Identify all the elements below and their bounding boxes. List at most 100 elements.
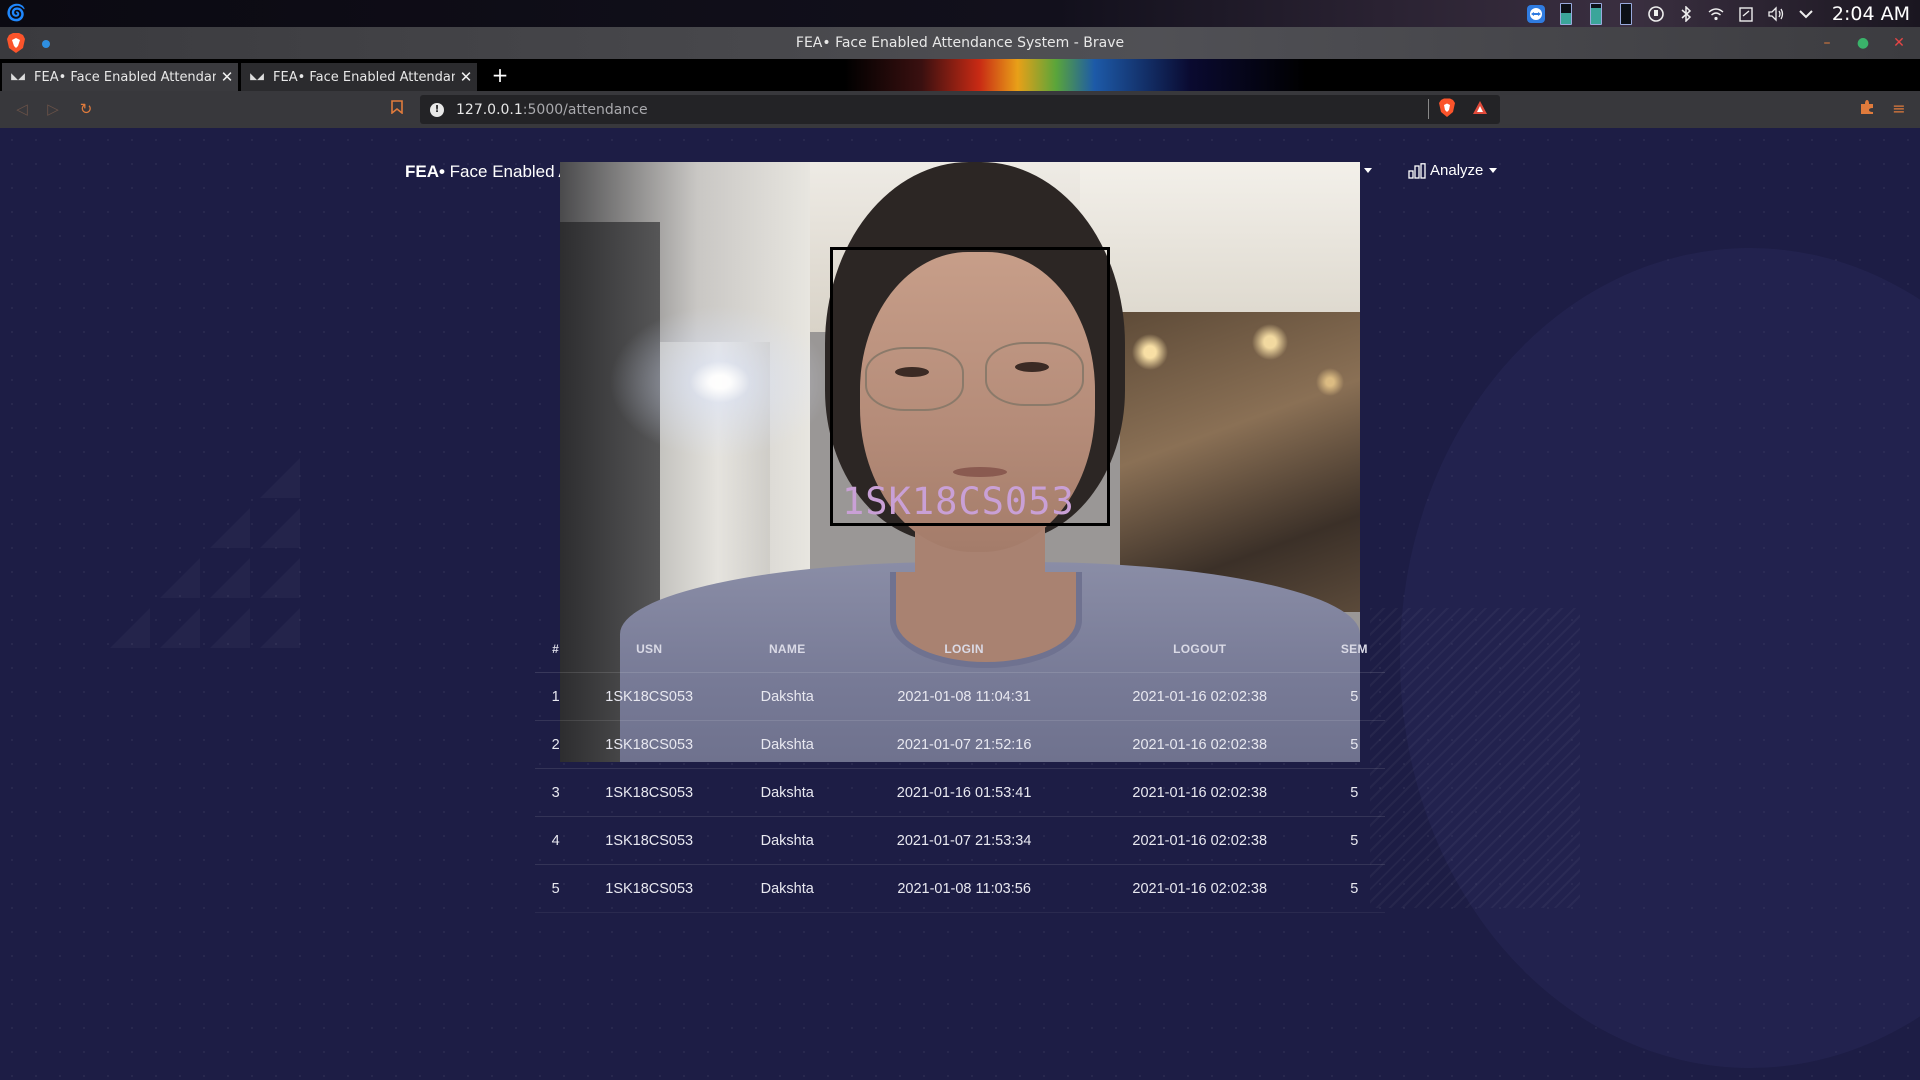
- menu-icon[interactable]: ≡: [1890, 99, 1908, 118]
- analyze-dropdown[interactable]: Analyze: [1408, 162, 1498, 179]
- cell-login: 2021-01-08 11:04:31: [852, 672, 1076, 721]
- table-header-row: # USN NAME LOGIN LOGOUT SEM: [535, 626, 1385, 673]
- brand-bold: FEA•: [405, 162, 445, 181]
- cell-sem: 5: [1323, 816, 1385, 865]
- background-stripe-pattern: [1370, 608, 1580, 908]
- face-recognition-label: 1SK18CS053: [842, 480, 1075, 523]
- url-path: :5000/attendance: [522, 101, 648, 118]
- clipboard-icon[interactable]: [1736, 4, 1756, 24]
- bookmark-icon[interactable]: [387, 99, 407, 119]
- column-header: USN: [576, 626, 723, 673]
- cell-sem: 5: [1323, 720, 1385, 769]
- cell-logout: 2021-01-16 02:02:38: [1075, 768, 1324, 817]
- window-titlebar: FEA• Face Enabled Attendance System - Br…: [0, 27, 1920, 59]
- battery-icon[interactable]: [1616, 2, 1636, 25]
- row-index: 5: [535, 864, 577, 913]
- bar-chart-icon: [1408, 162, 1426, 179]
- column-header: #: [535, 626, 577, 673]
- cell-login: 2021-01-07 21:52:16: [852, 720, 1076, 769]
- window-controls: – ● ✕: [1820, 35, 1906, 51]
- cell-usn: 1SK18CS053: [576, 864, 723, 913]
- close-tab-icon[interactable]: ✕: [216, 68, 238, 86]
- window-title: FEA• Face Enabled Attendance System - Br…: [795, 35, 1125, 51]
- browser-tab[interactable]: ◣◢ FEA• Face Enabled Attendance ✕: [241, 63, 477, 91]
- brave-shields-icon[interactable]: [1438, 98, 1456, 118]
- reload-icon[interactable]: ↻: [76, 99, 96, 119]
- battery-icon[interactable]: [1586, 2, 1606, 25]
- cell-usn: 1SK18CS053: [576, 816, 723, 865]
- row-index: 2: [535, 720, 577, 769]
- cell-login: 2021-01-16 01:53:41: [852, 768, 1076, 817]
- table-row: 3 1SK18CS053 Dakshta 2021-01-16 01:53:41…: [535, 768, 1385, 817]
- back-icon[interactable]: ◁: [12, 99, 32, 119]
- analyze-label: Analyze: [1430, 162, 1484, 179]
- cell-usn: 1SK18CS053: [576, 672, 723, 721]
- extensions-icon[interactable]: [1858, 99, 1876, 117]
- cell-logout: 2021-01-16 02:02:38: [1075, 672, 1324, 721]
- chevron-down-icon[interactable]: [1796, 4, 1816, 24]
- url-text[interactable]: 127.0.0.1:5000/attendance: [456, 102, 648, 118]
- debian-logo-icon[interactable]: 🌀: [6, 4, 26, 22]
- attendance-table: # USN NAME LOGIN LOGOUT SEM 1 1SK18CS053…: [535, 626, 1385, 913]
- volume-icon[interactable]: [1766, 4, 1786, 24]
- close-icon[interactable]: ✕: [1892, 35, 1906, 51]
- cell-name: Dakshta: [722, 672, 853, 721]
- cell-sem: 5: [1323, 768, 1385, 817]
- mask-icon: ◣◢: [11, 72, 25, 82]
- tab-title: FEA• Face Enabled Attendance: [34, 69, 216, 85]
- new-tab-button[interactable]: +: [490, 65, 510, 86]
- cell-login: 2021-01-07 21:53:34: [852, 816, 1076, 865]
- url-host: 127.0.0.1: [456, 101, 523, 118]
- tab-strip: ◣◢ FEA• Face Enabled Attendance ✕ ◣◢ FEA…: [0, 59, 1920, 91]
- system-tray: 2:04 AM: [1526, 0, 1910, 27]
- cell-name: Dakshta: [722, 720, 853, 769]
- site-info-icon[interactable]: !: [430, 102, 444, 117]
- column-header: SEM: [1323, 626, 1385, 673]
- column-header: LOGOUT: [1075, 626, 1324, 673]
- browser-tab[interactable]: ◣◢ FEA• Face Enabled Attendance ✕: [2, 63, 238, 91]
- cell-usn: 1SK18CS053: [576, 768, 723, 817]
- light-flare: [590, 292, 850, 472]
- row-index: 4: [535, 816, 577, 865]
- cell-login: 2021-01-08 11:03:56: [852, 864, 1076, 913]
- cell-logout: 2021-01-16 02:02:38: [1075, 720, 1324, 769]
- wifi-icon[interactable]: [1706, 4, 1726, 24]
- keyboard-icon[interactable]: [1646, 4, 1666, 24]
- cell-usn: 1SK18CS053: [576, 720, 723, 769]
- cell-logout: 2021-01-16 02:02:38: [1075, 864, 1324, 913]
- forward-icon[interactable]: ▷: [43, 99, 63, 119]
- chevron-down-icon: [1489, 168, 1498, 173]
- mask-icon: ◣◢: [250, 72, 264, 82]
- navbar-brand[interactable]: FEA• Face Enabled A: [405, 162, 570, 182]
- kitchen-lights: [1120, 312, 1360, 512]
- row-index: 1: [535, 672, 577, 721]
- address-bar[interactable]: ! 127.0.0.1:5000/attendance: [420, 95, 1500, 124]
- column-header: NAME: [722, 626, 853, 673]
- minimize-icon[interactable]: –: [1820, 35, 1834, 51]
- browser-toolbar: ◁ ▷ ↻ ! 127.0.0.1:5000/attendance: [0, 91, 1920, 128]
- table-row: 1 1SK18CS053 Dakshta 2021-01-08 11:04:31…: [535, 672, 1385, 721]
- toolbar-separator: [1428, 99, 1429, 119]
- dropdown-caret-icon[interactable]: [1364, 168, 1372, 173]
- close-tab-icon[interactable]: ✕: [455, 68, 477, 86]
- table-row: 4 1SK18CS053 Dakshta 2021-01-07 21:53:34…: [535, 816, 1385, 865]
- row-index: 3: [535, 768, 577, 817]
- cell-sem: 5: [1323, 864, 1385, 913]
- battery-icon[interactable]: [1556, 2, 1576, 25]
- bluetooth-icon[interactable]: [1676, 4, 1696, 24]
- cell-name: Dakshta: [722, 864, 853, 913]
- background-triangle-pattern: [100, 458, 300, 658]
- clock[interactable]: 2:04 AM: [1832, 3, 1910, 25]
- table-row: 5 1SK18CS053 Dakshta 2021-01-08 11:03:56…: [535, 864, 1385, 913]
- tab-title: FEA• Face Enabled Attendance: [273, 69, 455, 85]
- cell-name: Dakshta: [722, 768, 853, 817]
- cell-name: Dakshta: [722, 816, 853, 865]
- teamviewer-icon[interactable]: [1526, 4, 1546, 24]
- cell-logout: 2021-01-16 02:02:38: [1075, 816, 1324, 865]
- cell-sem: 5: [1323, 672, 1385, 721]
- os-top-panel: 🌀 2:04 AM: [0, 0, 1920, 27]
- brand-text: Face Enabled A: [444, 162, 570, 181]
- column-header: LOGIN: [852, 626, 1076, 673]
- maximize-icon[interactable]: ●: [1856, 35, 1870, 51]
- brave-rewards-icon[interactable]: [1472, 100, 1488, 116]
